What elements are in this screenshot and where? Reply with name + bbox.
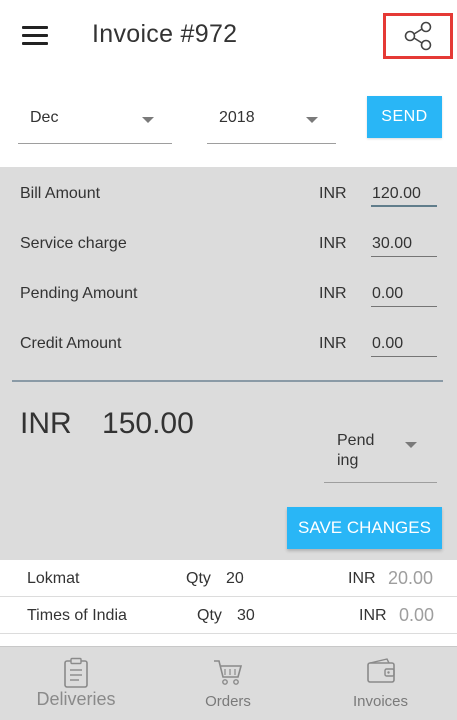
total-currency: INR [20,407,72,440]
year-select[interactable]: 2018 [207,100,336,144]
amount-row-bill: Bill Amount INR 120.00 [0,173,457,213]
share-icon [404,21,432,51]
currency-label: INR [319,235,347,252]
status-select[interactable]: Pending [324,423,437,483]
bottom-navigation: Deliveries Orders Invoices [0,646,457,720]
nav-label: Deliveries [36,689,116,709]
currency-label: INR [319,285,347,302]
dropdown-caret-icon [405,442,417,448]
total-value: 150.00 [102,407,194,440]
month-select[interactable]: Dec [18,100,172,144]
clipboard-icon [64,657,88,688]
qty-value: 20 [226,570,244,587]
page-title: Invoice #972 [92,20,238,48]
invoice-amounts-card: Bill Amount INR 120.00 Service charge IN… [0,167,457,560]
filters-row: Dec 2018 SEND [0,72,457,167]
amount-label: Pending Amount [20,285,138,302]
qty-label: Qty [186,570,211,587]
pending-amount-input[interactable]: 0.00 [371,277,437,307]
nav-invoices[interactable]: Invoices [304,647,457,720]
dropdown-caret-icon [142,117,154,123]
share-button[interactable] [383,13,453,59]
year-value: 2018 [219,109,255,126]
amount-label: Credit Amount [20,335,122,352]
service-charge-input[interactable]: 30.00 [371,227,437,257]
save-changes-button[interactable]: SAVE CHANGES [287,507,442,549]
total-amount: INR 150.00 [20,407,194,441]
list-item[interactable]: Lokmat Qty 20 INR 20.00 [0,560,457,597]
amount-label: Service charge [20,235,127,252]
nav-label: Orders [205,693,251,710]
qty-label: Qty [197,607,222,624]
nav-orders[interactable]: Orders [152,647,304,720]
month-value: Dec [30,109,59,126]
status-value: Pending [337,432,375,469]
divider [12,380,443,382]
cart-icon [214,660,243,685]
nav-label: Invoices [352,693,409,710]
amount-row-credit: Credit Amount INR 0.00 [0,323,457,363]
nav-deliveries[interactable]: Deliveries [0,647,152,720]
amount-row-service: Service charge INR 30.00 [0,223,457,263]
bill-amount-input[interactable]: 120.00 [371,177,437,207]
list-item[interactable]: Times of India Qty 30 INR 0.00 [0,597,457,634]
credit-amount-input[interactable]: 0.00 [371,327,437,357]
wallet-icon [366,658,395,683]
dropdown-caret-icon [306,117,318,123]
price-value: 0.00 [399,605,435,625]
currency-label: INR [348,570,376,587]
publication-name: Lokmat [27,570,80,587]
send-button[interactable]: SEND [367,96,442,138]
app-bar: Invoice #972 [0,0,457,72]
currency-label: INR [319,335,347,352]
publication-name: Times of India [27,607,127,624]
amount-row-pending: Pending Amount INR 0.00 [0,273,457,313]
price-value: 20.00 [388,568,434,588]
currency-label: INR [359,607,387,624]
hamburger-menu-icon[interactable] [22,26,48,46]
qty-value: 30 [237,607,255,624]
amount-label: Bill Amount [20,185,101,202]
currency-label: INR [319,185,347,202]
